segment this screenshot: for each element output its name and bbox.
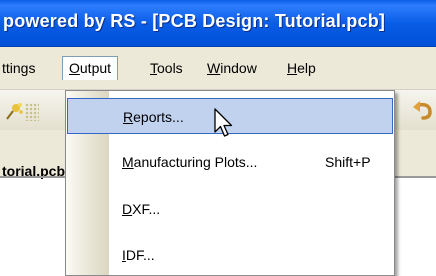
document-tab[interactable]: torial.pcb: [0, 158, 66, 184]
menu-output-label: utput: [79, 60, 112, 76]
menu-window-mnemonic: W: [207, 60, 221, 76]
menu-tools-label: ools: [157, 60, 183, 76]
mnemonic: R: [123, 109, 134, 125]
menu-help-label: elp: [297, 60, 316, 76]
sparkle-tool-icon[interactable]: [3, 101, 25, 123]
label-text: anufacturing Plots...: [133, 154, 258, 170]
menu-item-label: Manufacturing Plots...: [122, 144, 257, 180]
window-titlebar[interactable]: powered by RS - [PCB Design: Tutorial.pc…: [0, 0, 436, 47]
label-text: DF...: [125, 247, 155, 263]
toolbar-grid-icon[interactable]: [25, 103, 39, 121]
menu-item-shortcut: Shift+P: [325, 154, 371, 170]
menu-item-manufacturing-plots[interactable]: Manufacturing Plots... Shift+P: [67, 144, 393, 180]
label-text: XF...: [132, 201, 161, 217]
menu-window[interactable]: Window: [201, 57, 263, 79]
menu-item-dxf[interactable]: DXF...: [67, 191, 393, 227]
window-title: powered by RS - [PCB Design: Tutorial.pc…: [3, 11, 386, 31]
label-text: eports...: [133, 109, 184, 125]
menu-help-mnemonic: H: [287, 60, 298, 76]
menu-tools[interactable]: Tools: [144, 57, 189, 79]
menu-item-label: Reports...: [123, 99, 184, 135]
mouse-pointer-icon: [214, 108, 233, 137]
menu-tools-mnemonic: T: [150, 60, 157, 76]
menu-output-mnemonic: O: [69, 60, 80, 76]
undo-icon[interactable]: [410, 99, 436, 123]
mnemonic: D: [122, 201, 133, 217]
menu-help[interactable]: Help: [281, 57, 322, 79]
menu-settings[interactable]: ttings: [0, 57, 41, 79]
menu-bar: ttings Output Tools Window Help: [0, 47, 436, 90]
menu-item-label: DXF...: [122, 191, 160, 227]
mnemonic: M: [122, 154, 134, 170]
menu-item-idf[interactable]: IDF...: [67, 237, 393, 273]
menu-output[interactable]: Output: [62, 56, 119, 80]
menu-window-label: indow: [220, 60, 257, 76]
menu-item-label: IDF...: [122, 237, 155, 273]
menu-settings-label: ttings: [2, 60, 36, 76]
